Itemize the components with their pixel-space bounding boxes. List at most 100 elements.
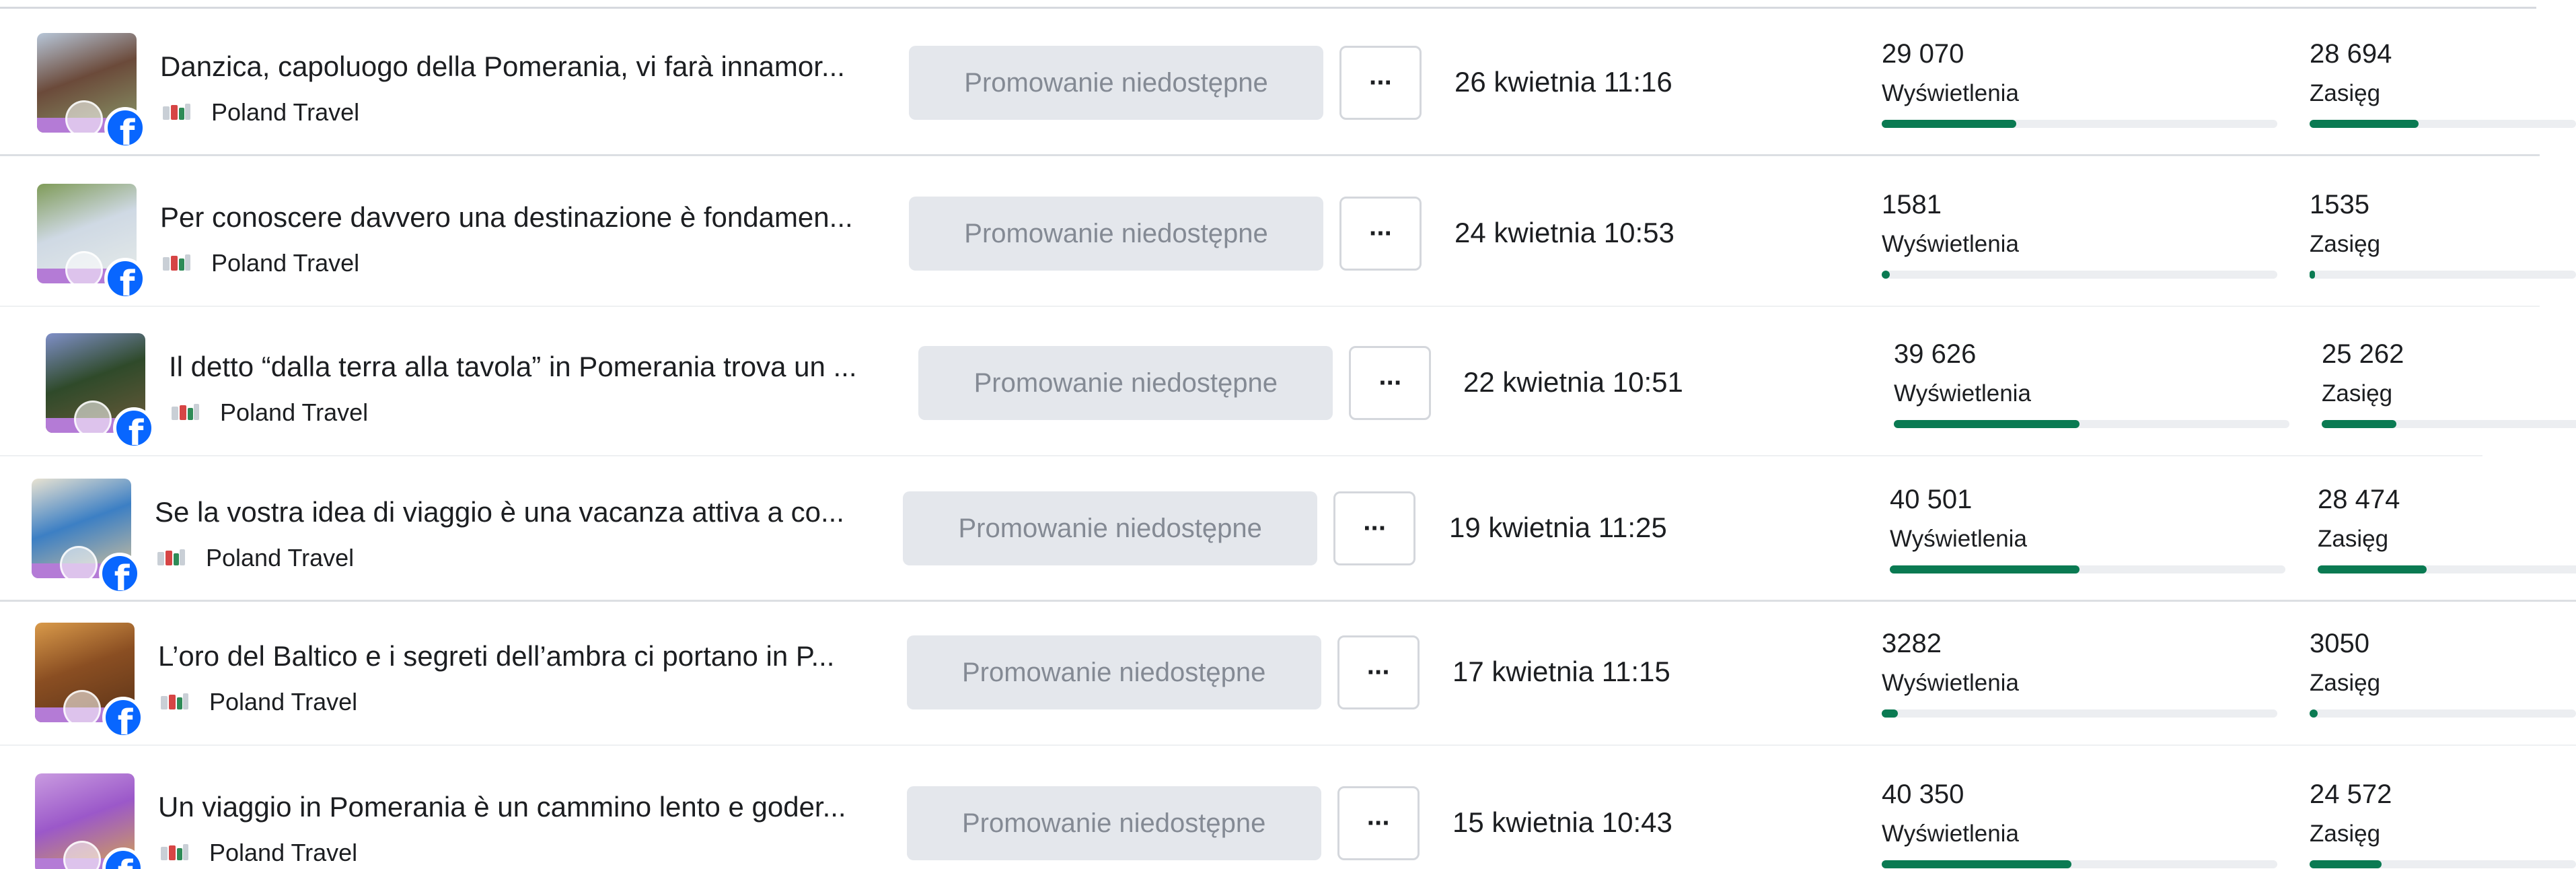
- post-title[interactable]: Se la vostra idea di viaggio è una vacan…: [155, 495, 885, 529]
- more-options-button[interactable]: ···: [1339, 197, 1422, 271]
- views-metric: 40 501 Wyświetlenia: [1890, 481, 2285, 573]
- reach-metric-bar-fill: [2310, 271, 2315, 279]
- facebook-icon: f: [104, 258, 146, 300]
- table-row[interactable]: f Il detto “dalla terra alla tavola” in P…: [0, 308, 2576, 456]
- publish-date: 15 kwietnia 10:43: [1452, 806, 1672, 838]
- promote-button[interactable]: Promowanie niedostępne: [903, 491, 1318, 565]
- page-logo-icon: [161, 844, 189, 862]
- table-row[interactable]: f L’oro del Baltico e i segreti dell’ambr…: [0, 598, 2576, 746]
- page-attribution: Poland Travel: [172, 396, 368, 429]
- reach-metric-bar: [2310, 709, 2576, 718]
- publish-date: 24 kwietnia 10:53: [1455, 217, 1675, 248]
- views-metric-value: 40 501: [1890, 485, 1973, 514]
- facebook-glyph: f: [118, 856, 133, 869]
- reach-metric-bar-fill: [2318, 565, 2427, 573]
- reach-metric-label: Zasięg: [2310, 670, 2381, 696]
- reach-metric: 3050 Zasięg: [2310, 625, 2576, 718]
- page-name: Poland Travel: [209, 688, 358, 716]
- reach-metric-value: 25 262: [2322, 339, 2404, 369]
- post-title[interactable]: L’oro del Baltico e i segreti dell’ambra…: [158, 639, 888, 673]
- table-row[interactable]: f Un viaggio in Pomerania è un cammino le…: [0, 749, 2576, 869]
- publish-date: 26 kwietnia 11:16: [1455, 66, 1672, 98]
- views-metric-label: Wyświetlenia: [1894, 380, 2031, 407]
- reach-metric-value: 28 474: [2318, 485, 2400, 514]
- post-thumbnail[interactable]: f: [37, 184, 146, 300]
- row-divider: [0, 744, 2576, 746]
- publish-date: 17 kwietnia 11:15: [1452, 656, 1670, 687]
- views-metric-label: Wyświetlenia: [1882, 821, 2019, 847]
- views-metric-bar: [1882, 860, 2277, 868]
- table-row[interactable]: f Danzica, capoluogo della Pomerania, vi …: [0, 8, 2576, 156]
- views-metric-bar-fill: [1882, 120, 2016, 128]
- post-thumbnail[interactable]: f: [35, 623, 144, 738]
- publish-date: 22 kwietnia 10:51: [1463, 366, 1683, 398]
- reach-metric-label: Zasięg: [2318, 526, 2389, 552]
- promote-button[interactable]: Promowanie niedostępne: [906, 786, 1321, 860]
- page-logo-icon: [163, 254, 191, 272]
- promote-button[interactable]: Promowanie niedostępne: [909, 197, 1323, 271]
- reach-metric-bar-fill: [2310, 860, 2382, 868]
- post-thumbnail[interactable]: f: [35, 773, 144, 869]
- page-name: Poland Travel: [209, 839, 358, 866]
- reach-metric-bar-fill: [2310, 120, 2419, 128]
- watermark-logo: [65, 100, 103, 138]
- page-attribution: Poland Travel: [161, 685, 357, 719]
- more-options-button[interactable]: ···: [1337, 786, 1420, 860]
- facebook-glyph: f: [114, 559, 130, 594]
- reach-metric-bar: [2310, 271, 2576, 279]
- more-options-button[interactable]: ···: [1349, 346, 1432, 420]
- more-options-button[interactable]: ···: [1337, 635, 1420, 709]
- post-title[interactable]: Il detto “dalla terra alla tavola” in Po…: [169, 350, 899, 384]
- page-logo-icon: [172, 404, 200, 421]
- more-icon: ···: [1363, 513, 1387, 543]
- reach-metric: 25 262 Zasięg: [2322, 335, 2576, 428]
- more-options-button[interactable]: ···: [1339, 46, 1422, 120]
- views-metric-bar: [1890, 565, 2285, 573]
- views-metric-value: 1581: [1882, 190, 1942, 219]
- views-metric-label: Wyświetlenia: [1882, 80, 2019, 106]
- views-metric-bar-fill: [1882, 271, 1890, 279]
- reach-metric: 28 694 Zasięg: [2310, 35, 2576, 128]
- reach-metric-bar-fill: [2322, 420, 2396, 428]
- more-icon: ···: [1369, 67, 1393, 98]
- table-row[interactable]: f Per conoscere davvero una destinazione …: [0, 159, 2576, 307]
- views-metric-value: 29 070: [1882, 39, 1964, 69]
- reach-metric-bar: [2310, 120, 2576, 128]
- page-logo-icon: [163, 104, 191, 121]
- views-metric-bar-fill: [1882, 860, 2072, 868]
- facebook-glyph: f: [117, 703, 133, 738]
- page-name: Poland Travel: [206, 544, 355, 571]
- more-icon: ···: [1366, 657, 1391, 687]
- facebook-icon: f: [104, 107, 146, 149]
- views-metric-label: Wyświetlenia: [1882, 670, 2019, 696]
- promote-button[interactable]: Promowanie niedostępne: [918, 346, 1333, 420]
- promote-button[interactable]: Promowanie niedostępne: [909, 46, 1323, 120]
- promote-button[interactable]: Promowanie niedostępne: [906, 635, 1321, 709]
- reach-metric-value: 24 572: [2310, 779, 2392, 809]
- more-icon: ···: [1366, 808, 1391, 838]
- post-title[interactable]: Danzica, capoluogo della Pomerania, vi f…: [160, 50, 890, 83]
- reach-metric-value: 3050: [2310, 629, 2369, 658]
- page-attribution: Poland Travel: [157, 541, 354, 575]
- page-name: Poland Travel: [220, 398, 369, 426]
- page-logo-icon: [157, 549, 186, 567]
- views-metric: 40 350 Wyświetlenia: [1882, 775, 2277, 868]
- views-metric: 29 070 Wyświetlenia: [1882, 35, 2277, 128]
- page-name: Poland Travel: [211, 98, 360, 126]
- more-options-button[interactable]: ···: [1333, 491, 1416, 565]
- reach-metric-value: 1535: [2310, 190, 2369, 219]
- reach-metric-label: Zasięg: [2310, 80, 2381, 106]
- post-thumbnail[interactable]: f: [37, 33, 146, 149]
- post-thumbnail[interactable]: f: [32, 479, 141, 594]
- post-title[interactable]: Per conoscere davvero una destinazione è…: [160, 201, 890, 234]
- post-thumbnail[interactable]: f: [46, 333, 155, 449]
- facebook-glyph: f: [128, 413, 144, 449]
- table-row[interactable]: f Se la vostra idea di viaggio è una vaca…: [0, 454, 2576, 602]
- facebook-icon: f: [99, 553, 141, 594]
- views-metric-bar: [1882, 271, 2277, 279]
- reach-metric-bar: [2310, 860, 2576, 868]
- post-title[interactable]: Un viaggio in Pomerania è un cammino len…: [158, 790, 888, 824]
- row-divider: [0, 154, 2540, 156]
- watermark-logo: [63, 690, 101, 728]
- views-metric-bar-fill: [1890, 565, 2080, 573]
